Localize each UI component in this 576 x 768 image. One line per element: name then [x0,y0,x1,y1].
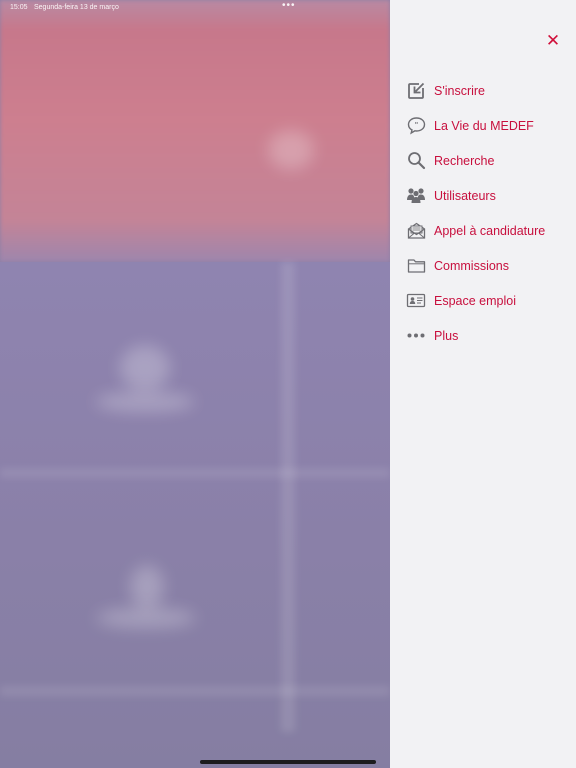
menu-item-label: Espace emploi [434,293,516,308]
menu-item-la-vie-du-medef[interactable]: " La Vie du MEDEF [406,108,545,143]
svg-text:": " [414,121,418,129]
menu-list: S'inscrire " La Vie du MEDEF Recherche U… [406,73,545,353]
more-dots-icon [406,326,426,346]
menu-item-utilisateurs[interactable]: Utilisateurs [406,178,545,213]
background-blur-shape [120,345,170,391]
background-blur-shape [130,565,164,609]
menu-item-appel-a-candidature[interactable]: Appel à candidature [406,213,545,248]
background-blur-shape [96,608,196,628]
menu-item-label: S'inscrire [434,83,486,98]
menu-item-plus[interactable]: Plus [406,318,545,353]
menu-item-commissions[interactable]: Commissions [406,248,545,283]
sign-in-icon [406,81,426,101]
menu-item-label: Commissions [434,258,510,273]
background-divider [0,686,390,696]
background-app [0,0,390,768]
menu-item-label: La Vie du MEDEF [434,118,534,133]
menu-item-label: Plus [434,328,459,343]
menu-item-recherche[interactable]: Recherche [406,143,545,178]
menu-item-label: Appel à candidature [434,223,546,238]
menu-item-espace-emploi[interactable]: Espace emploi [406,283,545,318]
close-icon[interactable]: ✕ [545,33,561,50]
multitasking-dots-icon[interactable]: ••• [282,0,296,11]
background-divider [0,468,390,478]
menu-item-sinscrire[interactable]: S'inscrire [406,73,545,108]
status-date: Segunda-feira 13 de março [34,4,119,11]
status-time: 15:05 [10,4,28,11]
menu-item-label: Recherche [434,153,495,168]
home-indicator[interactable] [200,760,376,764]
menu-item-label: Utilisateurs [434,188,496,203]
users-icon [406,186,426,206]
background-blur-shape [268,130,314,170]
search-icon [406,151,426,171]
speech-bubble-icon: " [406,116,426,136]
background-blur-shape [95,392,195,412]
id-card-icon [406,291,426,311]
envelope-icon [406,221,426,241]
background-divider [281,262,295,732]
folder-icon [406,256,426,276]
background-header-area [0,0,390,262]
